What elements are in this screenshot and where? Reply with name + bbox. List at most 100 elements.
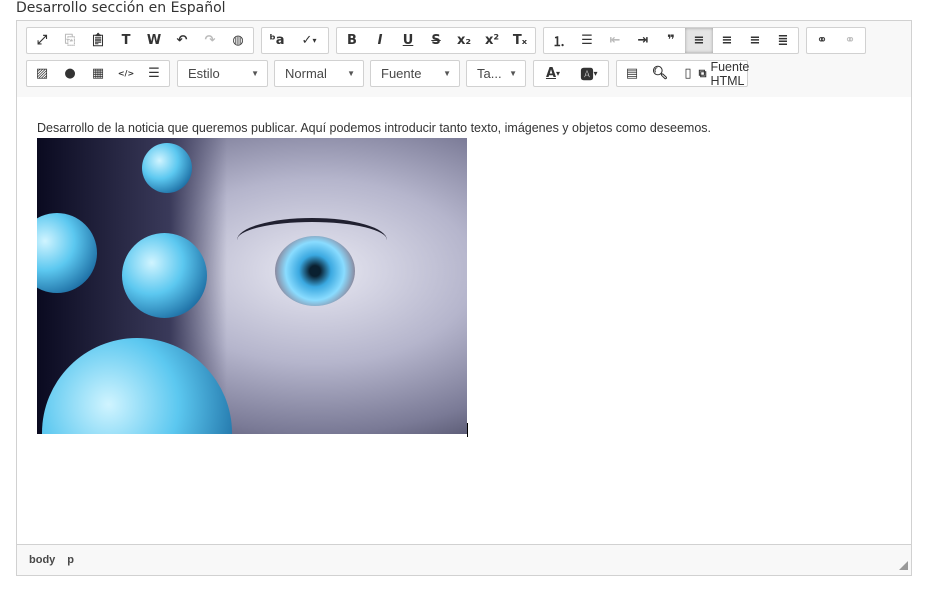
spellcheck-button[interactable]: ✓ ▾ [291,28,327,53]
chevron-down-icon: ▼ [509,69,517,78]
dropdown-arrow-icon: ▾ [556,69,561,78]
source-html-button[interactable]: ⧉ Fuente HTML [698,60,750,88]
content-image[interactable] [37,138,467,434]
paste-text-icon: T [121,33,131,48]
dropdown-arrow-icon: ▾ [312,36,317,45]
toolbar-group: ᵇa ✓ ▾ [261,27,329,54]
text-cursor [467,423,468,437]
preview-icon: 🔍︎ [651,66,669,81]
toolbar-group: B I U Sx₂ x² Tₓ [336,27,536,54]
indent-button[interactable]: ⇥ [629,28,657,53]
path-body[interactable]: body [29,554,55,566]
align-left-icon: ≡ [693,33,705,48]
resize-handle[interactable] [899,561,908,570]
subscript-button[interactable]: x₂ [450,28,478,53]
remove-format-button[interactable]: Tₓ [506,28,534,53]
background-color-button[interactable]: 🅰︎ ▾ [571,61,607,86]
flash-button[interactable]: ● [56,61,84,86]
combo-label: Fuente [381,66,422,81]
insert-group: ▨ ● ▦ </> ☰ [26,60,170,87]
blockquote-button[interactable]: ❞ [657,28,685,53]
globe-icon: ◍ [232,33,244,48]
toolbar-group: ⚭ ⚭ [806,27,866,54]
color-group: A ▾ 🅰︎ ▾ [533,60,609,87]
paste-word-icon: W [146,33,162,48]
tools-group: ▤ 🔍︎ ▯ ⧉ Fuente HTML [616,60,750,88]
text-color-button[interactable]: A ▾ [535,61,571,86]
image-button[interactable]: ▨ [28,61,56,86]
subscript-icon: x₂ [456,33,472,48]
content-paragraph: Desarrollo de la noticia que queremos pu… [37,121,711,135]
maximize-button[interactable]: ⤢ [28,28,56,53]
path-p[interactable]: p [67,554,74,566]
toolbar-group: ⒈ ☰ ⇤ ⇥ ❞ ≡ ≡ ≡ ≣ [543,27,799,54]
align-right-button[interactable]: ≡ [741,28,769,53]
paste-button[interactable]: 📋︎ [84,28,112,53]
superscript-button[interactable]: x² [478,28,506,53]
unlink-button[interactable]: ⚭ [836,28,864,53]
source-icon: ⧉ [698,66,707,80]
flash-icon: ● [64,66,76,81]
table-icon: ▦ [91,66,105,81]
globe-button[interactable]: ◍ [224,28,252,53]
section-title: Desarrollo sección en Español [16,0,226,16]
find-replace-icon: ᵇa [269,33,285,48]
undo-icon: ↶ [176,33,188,48]
image-icon: ▨ [35,66,49,81]
show-blocks-button[interactable]: ▤ [618,61,646,86]
link-button[interactable]: ⚭ [808,28,836,53]
combo-label: Estilo [188,66,220,81]
outdent-icon: ⇤ [609,33,621,48]
combo-ta[interactable]: Ta... ▼ [466,60,526,87]
redo-button[interactable]: ↷ [196,28,224,53]
find-replace-button[interactable]: ᵇa [263,28,291,53]
bold-button[interactable]: B [338,28,366,53]
show-blocks-icon: ▤ [625,66,639,81]
redo-icon: ↷ [204,33,216,48]
align-center-button[interactable]: ≡ [713,28,741,53]
align-left-button[interactable]: ≡ [685,28,713,53]
background-color-icon: 🅰︎ [580,68,594,83]
numbered-list-button[interactable]: ⒈ [545,28,573,53]
remove-format-icon: Tₓ [512,33,528,48]
underline-button[interactable]: U [394,28,422,53]
chevron-down-icon: ▼ [347,69,355,78]
chevron-down-icon: ▼ [251,69,259,78]
text-color-icon: A [545,66,557,81]
rich-text-editor: ⤢ ⎘ 📋︎ T W ↶ ↷ ◍ ᵇa ✓ ▾ B I U Sx₂ x² Tₓ ⒈ ☰ ⇤ ⇥ ❞ ≡ ≡ ≡ ≣ ⚭ ⚭ ▨ ● ▦ </… [16,20,912,576]
toolbar-group: ⤢ ⎘ 📋︎ T W ↶ ↷ ◍ [26,27,254,54]
horizontal-rule-button[interactable]: ☰ [140,61,168,86]
format-combos: Estilo ▼ Normal ▼ Fuente ▼ Ta... ▼ [177,60,526,87]
align-justify-button[interactable]: ≣ [769,28,797,53]
blockquote-icon: ❞ [667,33,675,48]
chevron-down-icon: ▼ [443,69,451,78]
div-button[interactable]: </> [112,61,140,86]
undo-button[interactable]: ↶ [168,28,196,53]
copy-button[interactable]: ⎘ [56,28,84,53]
element-path-bar: body p [17,544,911,575]
table-button[interactable]: ▦ [84,61,112,86]
paste-word-button[interactable]: W [140,28,168,53]
copy-icon: ⎘ [64,33,76,48]
outdent-button[interactable]: ⇤ [601,28,629,53]
combo-estilo[interactable]: Estilo ▼ [177,60,268,87]
templates-icon: ▯ [684,66,692,81]
align-right-icon: ≡ [749,33,761,48]
link-icon: ⚭ [816,33,828,48]
bulleted-list-button[interactable]: ☰ [573,28,601,53]
bulleted-list-icon: ☰ [581,33,593,48]
paste-text-button[interactable]: T [112,28,140,53]
strikethrough-button[interactable]: S [422,28,450,53]
preview-button[interactable]: 🔍︎ [646,61,674,86]
combo-fuente[interactable]: Fuente ▼ [370,60,460,87]
combo-normal[interactable]: Normal ▼ [274,60,364,87]
editor-content[interactable]: Desarrollo de la noticia que queremos pu… [17,97,911,545]
div-icon: </> [117,69,135,78]
unlink-icon: ⚭ [844,33,856,48]
strikethrough-icon: S [431,33,441,48]
toolbar-row-2: ▨ ● ▦ </> ☰ Estilo ▼ Normal ▼ Fuente ▼ Ta... ▼ A ▾ 🅰︎… [26,60,750,88]
italic-button[interactable]: I [366,28,394,53]
numbered-list-icon: ⒈ [552,35,566,50]
indent-icon: ⇥ [637,33,649,48]
horizontal-rule-icon: ☰ [148,66,160,81]
